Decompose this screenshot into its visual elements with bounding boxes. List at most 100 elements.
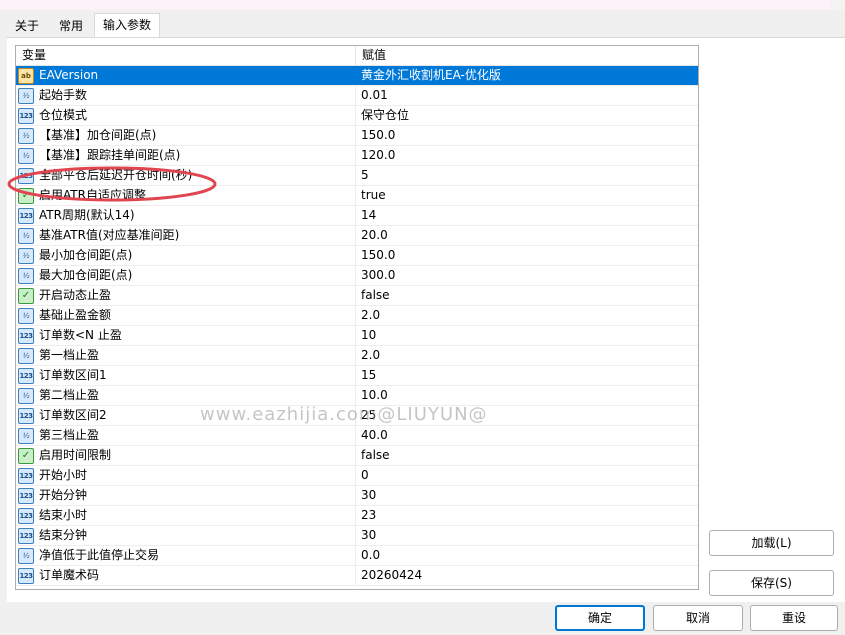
table-row[interactable]: ✓ 启用时间限制 false xyxy=(16,446,698,466)
table-row[interactable]: 123 结束分钟 30 xyxy=(16,526,698,546)
value-cell[interactable]: 2.0 xyxy=(356,346,698,365)
variable-cell[interactable]: ½ 最小加仓间距(点) xyxy=(16,246,356,265)
variable-cell[interactable]: ½ 【基准】跟踪挂单间距(点) xyxy=(16,146,356,165)
variable-cell[interactable]: ab EAVersion xyxy=(16,66,356,85)
variable-cell[interactable]: ✓ 启用ATR自适应调整 xyxy=(16,186,356,205)
variable-cell[interactable]: ½ 起始手数 xyxy=(16,86,356,105)
column-header-value[interactable]: 赋值 xyxy=(356,46,698,65)
table-row[interactable]: ½ 第二档止盈 10.0 xyxy=(16,386,698,406)
value-cell[interactable]: 2.0 xyxy=(356,306,698,325)
variable-cell[interactable]: 123 订单数区间1 xyxy=(16,366,356,385)
variable-cell[interactable]: 123 结束分钟 xyxy=(16,526,356,545)
integer-type-icon: 123 xyxy=(18,107,34,124)
variable-cell[interactable]: 123 订单数区间2 xyxy=(16,406,356,425)
table-row[interactable]: 123 订单数区间1 15 xyxy=(16,366,698,386)
variable-cell[interactable]: ½ 基础止盈金额 xyxy=(16,306,356,325)
load-button[interactable]: 加载(L) xyxy=(709,530,834,556)
table-row[interactable]: ½ 【基准】加仓间距(点) 150.0 xyxy=(16,126,698,146)
value-cell[interactable]: 10 xyxy=(356,326,698,345)
variable-cell[interactable]: ✓ 启用时间限制 xyxy=(16,446,356,465)
value-cell[interactable]: 30 xyxy=(356,486,698,505)
value-cell[interactable]: 25 xyxy=(356,406,698,425)
cancel-button[interactable]: 取消 xyxy=(653,605,743,631)
value-cell[interactable]: 14 xyxy=(356,206,698,225)
variable-cell[interactable]: ½ 【基准】加仓间距(点) xyxy=(16,126,356,145)
column-header-variable[interactable]: 变量 xyxy=(16,46,356,65)
variable-cell[interactable]: 123 开始分钟 xyxy=(16,486,356,505)
integer-type-icon: 123 xyxy=(18,527,34,544)
table-row[interactable]: 123 订单魔术码 20260424 xyxy=(16,566,698,586)
variable-cell[interactable]: 123 开始小时 xyxy=(16,466,356,485)
variable-cell[interactable]: 123 订单魔术码 xyxy=(16,566,356,585)
variable-cell[interactable]: ✓ 开启动态止盈 xyxy=(16,286,356,305)
save-button[interactable]: 保存(S) xyxy=(709,570,834,596)
value-cell[interactable]: true xyxy=(356,186,698,205)
value-cell[interactable]: 300.0 xyxy=(356,266,698,285)
value-cell[interactable]: 5 xyxy=(356,166,698,185)
variable-cell[interactable]: ½ 第三档止盈 xyxy=(16,426,356,445)
table-row[interactable]: 123 ATR周期(默认14) 14 xyxy=(16,206,698,226)
ok-button[interactable]: 确定 xyxy=(555,605,645,631)
table-row[interactable]: 123 订单数区间2 25 xyxy=(16,406,698,426)
value-cell[interactable]: 23 xyxy=(356,506,698,525)
tab-about[interactable]: 关于 xyxy=(6,14,48,37)
bool-type-icon: ✓ xyxy=(18,447,34,464)
table-row[interactable]: ✓ 开启动态止盈 false xyxy=(16,286,698,306)
variable-cell[interactable]: 123 结束小时 xyxy=(16,506,356,525)
value-cell[interactable]: false xyxy=(356,446,698,465)
table-row[interactable]: ab EAVersion 黄金外汇收割机EA-优化版 xyxy=(16,66,698,86)
value-cell[interactable]: 15 xyxy=(356,366,698,385)
table-row[interactable]: 123 结束小时 23 xyxy=(16,506,698,526)
variable-cell[interactable]: ½ 第一档止盈 xyxy=(16,346,356,365)
reset-button[interactable]: 重设 xyxy=(750,605,838,631)
value-cell[interactable]: 0.0 xyxy=(356,546,698,565)
value-cell[interactable]: 20260424 xyxy=(356,566,698,585)
value-cell[interactable]: 10.0 xyxy=(356,386,698,405)
variable-cell[interactable]: 123 订单数<N 止盈 xyxy=(16,326,356,345)
value-cell[interactable]: 120.0 xyxy=(356,146,698,165)
table-row[interactable]: 123 开始小时 0 xyxy=(16,466,698,486)
variable-cell[interactable]: 123 仓位模式 xyxy=(16,106,356,125)
table-row[interactable]: ½ 起始手数 0.01 xyxy=(16,86,698,106)
variable-name: 结束小时 xyxy=(39,508,88,522)
bool-type-icon: ✓ xyxy=(18,187,34,204)
value-cell[interactable]: 0 xyxy=(356,466,698,485)
double-type-icon: ½ xyxy=(18,387,34,404)
table-row[interactable]: 123 开始分钟 30 xyxy=(16,486,698,506)
variable-name: 最小加仓间距(点) xyxy=(39,248,133,262)
table-row[interactable]: ½ 最大加仓间距(点) 300.0 xyxy=(16,266,698,286)
variable-name: EAVersion xyxy=(39,68,99,82)
value-cell[interactable]: 20.0 xyxy=(356,226,698,245)
table-row[interactable]: ✓ 启用ATR自适应调整 true xyxy=(16,186,698,206)
table-row[interactable]: 123 仓位模式 保守仓位 xyxy=(16,106,698,126)
table-row[interactable]: ½ 第一档止盈 2.0 xyxy=(16,346,698,366)
value-cell[interactable]: 40.0 xyxy=(356,426,698,445)
variable-cell[interactable]: ½ 净值低于此值停止交易 xyxy=(16,546,356,565)
variable-cell[interactable]: ½ 基准ATR值(对应基准间距) xyxy=(16,226,356,245)
variable-cell[interactable]: 123 ATR周期(默认14) xyxy=(16,206,356,225)
variable-cell[interactable]: ½ 第二档止盈 xyxy=(16,386,356,405)
table-row[interactable]: ½ 【基准】跟踪挂单间距(点) 120.0 xyxy=(16,146,698,166)
tab-inputs[interactable]: 输入参数 xyxy=(94,13,161,38)
variable-name: 净值低于此值停止交易 xyxy=(39,548,160,562)
tab-common[interactable]: 常用 xyxy=(50,14,92,37)
table-row[interactable]: ½ 第三档止盈 40.0 xyxy=(16,426,698,446)
table-row[interactable]: ½ 净值低于此值停止交易 0.0 xyxy=(16,546,698,566)
string-type-icon: ab xyxy=(18,67,34,84)
value-cell[interactable]: false xyxy=(356,286,698,305)
variable-cell[interactable]: ½ 最大加仓间距(点) xyxy=(16,266,356,285)
value-cell[interactable]: 150.0 xyxy=(356,126,698,145)
table-row[interactable]: ½ 最小加仓间距(点) 150.0 xyxy=(16,246,698,266)
value-cell[interactable]: 黄金外汇收割机EA-优化版 xyxy=(356,66,698,85)
table-header: 变量 赋值 xyxy=(16,46,698,66)
table-row[interactable]: 123 全部平仓后延迟开仓时间(秒) 5 xyxy=(16,166,698,186)
value-cell[interactable]: 150.0 xyxy=(356,246,698,265)
value-cell[interactable]: 0.01 xyxy=(356,86,698,105)
variable-cell[interactable]: 123 全部平仓后延迟开仓时间(秒) xyxy=(16,166,356,185)
table-row[interactable]: ½ 基准ATR值(对应基准间距) 20.0 xyxy=(16,226,698,246)
table-row[interactable]: 123 订单数<N 止盈 10 xyxy=(16,326,698,346)
value-cell[interactable]: 保守仓位 xyxy=(356,106,698,125)
value-cell[interactable]: 30 xyxy=(356,526,698,545)
table-row[interactable]: ½ 基础止盈金额 2.0 xyxy=(16,306,698,326)
inputs-table: 变量 赋值 ab EAVersion 黄金外汇收割机EA-优化版 ½ 起始手数 0.01 1… xyxy=(15,45,699,590)
